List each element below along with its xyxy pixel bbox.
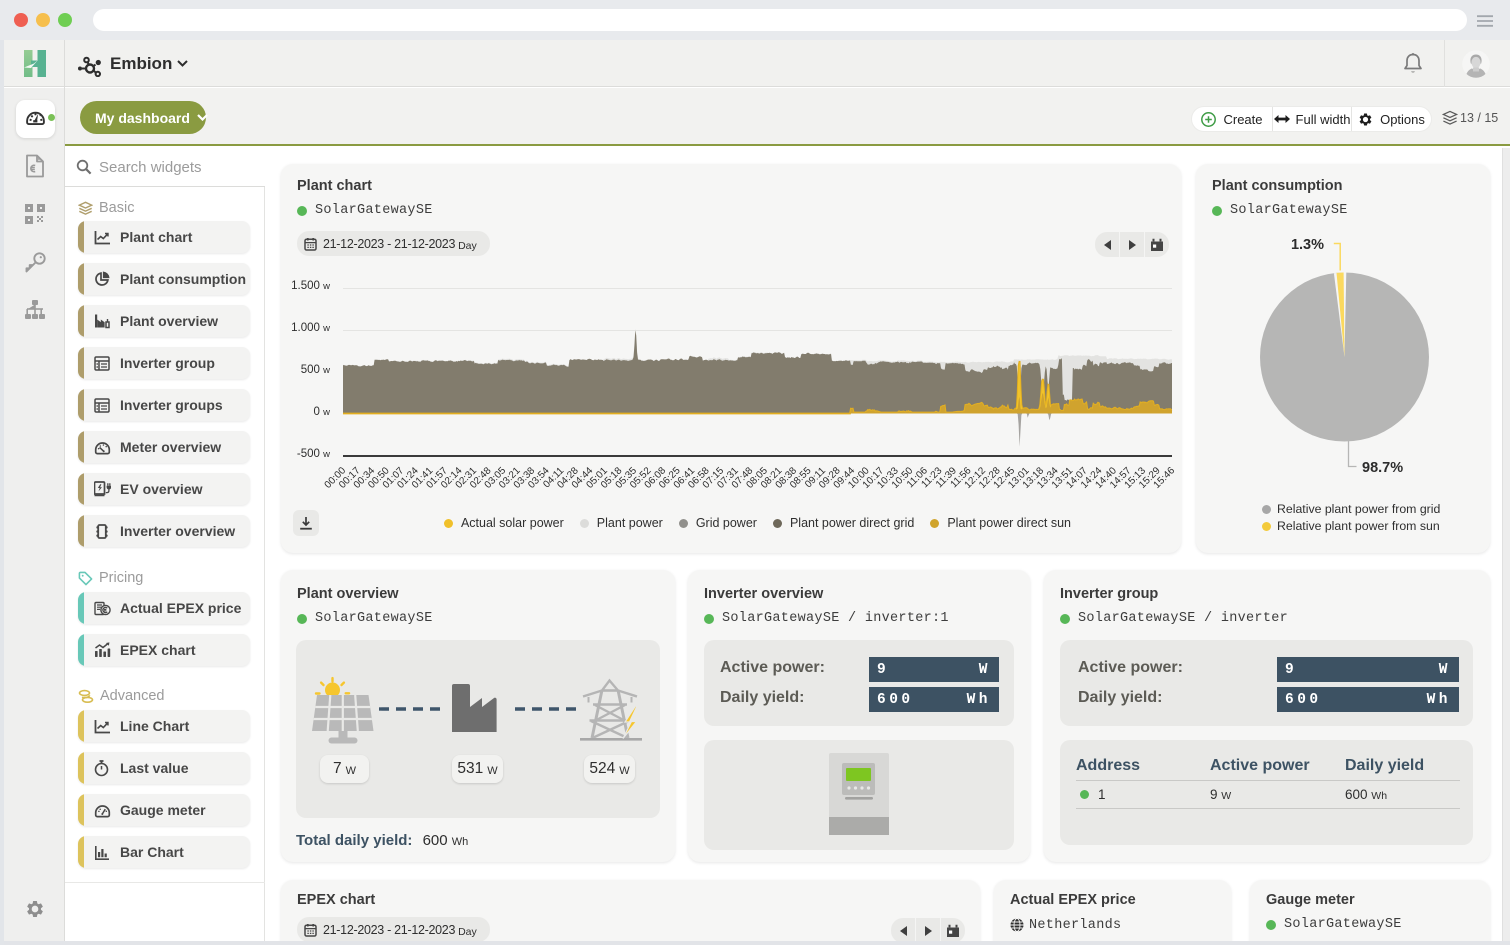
svg-text:98.7%: 98.7% — [1362, 460, 1403, 476]
svg-text:1.3%: 1.3% — [1291, 237, 1324, 253]
